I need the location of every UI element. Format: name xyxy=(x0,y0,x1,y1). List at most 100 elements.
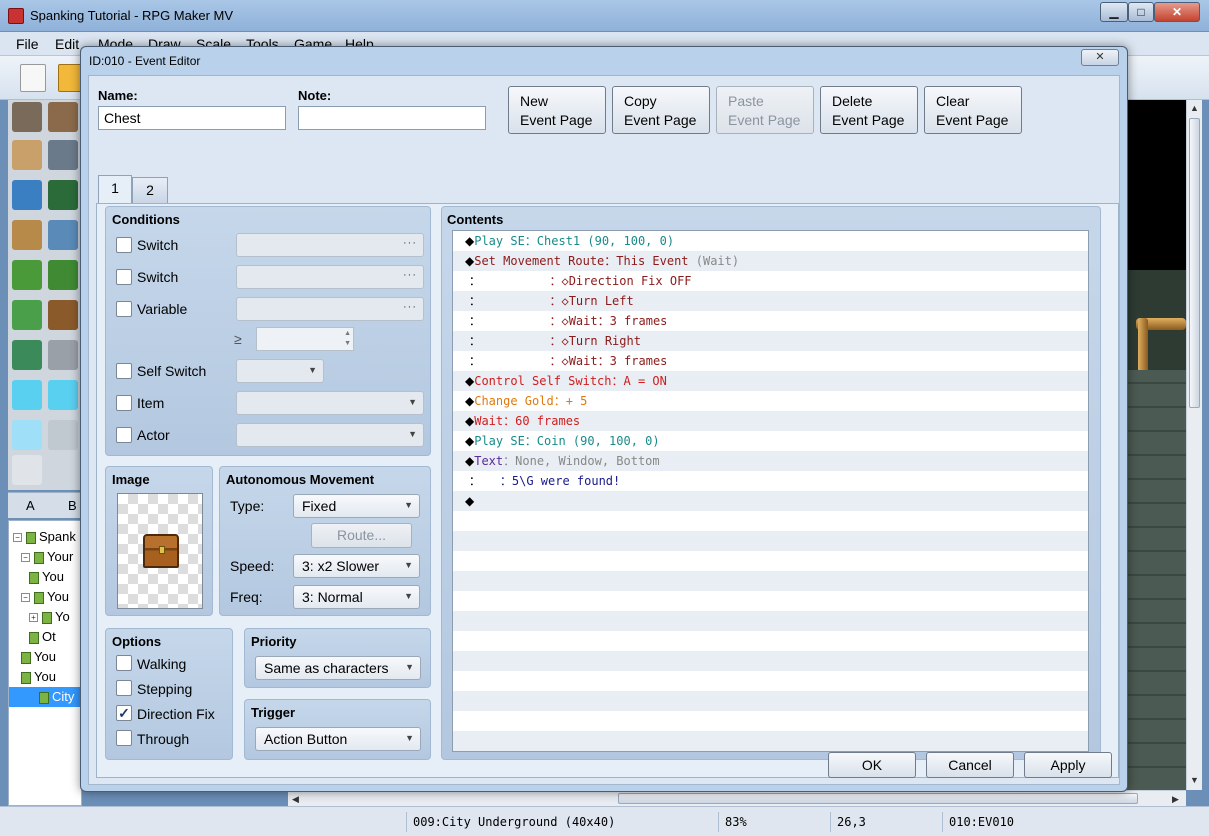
menu-edit[interactable]: Edit xyxy=(55,36,79,52)
copy-event-page-button[interactable]: Copy Event Page xyxy=(612,86,710,134)
tile-sign[interactable] xyxy=(48,102,78,132)
command-row[interactable] xyxy=(453,611,1088,631)
tab-page-1[interactable]: 1 xyxy=(98,175,132,203)
tile-desk[interactable] xyxy=(12,140,42,170)
tab-page-2[interactable]: 2 xyxy=(132,177,168,203)
collapse-icon[interactable]: − xyxy=(21,553,30,563)
switch2-checkbox[interactable] xyxy=(116,269,132,285)
ok-button[interactable]: OK xyxy=(828,752,916,778)
tileset-tab-b[interactable]: B xyxy=(68,498,77,513)
tile-chalkboard[interactable] xyxy=(48,180,78,210)
map-tree-item[interactable]: + Yo xyxy=(29,607,70,627)
tile-poster[interactable] xyxy=(12,180,42,210)
apply-button[interactable]: Apply xyxy=(1024,752,1112,778)
spin-up-icon[interactable]: ▲ xyxy=(344,330,351,337)
collapse-icon[interactable]: − xyxy=(13,533,22,543)
direction-fix-checkbox[interactable]: ✓ xyxy=(116,705,132,721)
map-tree-item[interactable]: City xyxy=(9,687,81,707)
command-row[interactable]: ◆Set Movement Route：This Event (Wait) xyxy=(453,251,1088,271)
delete-event-page-button[interactable]: Delete Event Page xyxy=(820,86,918,134)
command-row[interactable] xyxy=(453,551,1088,571)
trigger-select[interactable]: Action Button ▼ xyxy=(255,727,421,751)
switch1-checkbox[interactable] xyxy=(116,237,132,253)
tile-floor[interactable] xyxy=(12,455,42,485)
tile-terminal[interactable] xyxy=(48,340,78,370)
tile-glow[interactable] xyxy=(12,420,42,450)
spin-down-icon[interactable]: ▼ xyxy=(344,340,351,347)
scroll-right-arrow-icon[interactable]: ▶ xyxy=(1168,791,1183,807)
command-row[interactable]: ： ：◇Turn Left xyxy=(453,291,1088,311)
tile-light-beam-2[interactable] xyxy=(48,380,78,410)
command-row[interactable]: ◆ xyxy=(453,491,1088,511)
map-canvas[interactable] xyxy=(1126,100,1186,790)
command-row[interactable] xyxy=(453,671,1088,691)
command-row[interactable] xyxy=(453,591,1088,611)
tile-board[interactable] xyxy=(48,140,78,170)
command-row[interactable]: ： ：◇Turn Right xyxy=(453,331,1088,351)
new-event-page-button[interactable]: New Event Page xyxy=(508,86,606,134)
tile-machine[interactable] xyxy=(12,340,42,370)
switch1-selector[interactable]: ··· xyxy=(236,233,424,257)
scroll-down-arrow-icon[interactable]: ▼ xyxy=(1187,772,1202,788)
priority-select[interactable]: Same as characters ▼ xyxy=(255,656,421,680)
movement-freq-select[interactable]: 3: Normal ▼ xyxy=(293,585,420,609)
tile-rail[interactable] xyxy=(48,420,78,450)
movement-speed-select[interactable]: 3: x2 Slower ▼ xyxy=(293,554,420,578)
walking-checkbox[interactable] xyxy=(116,655,132,671)
command-row[interactable] xyxy=(453,531,1088,551)
map-tree-item[interactable]: Ot xyxy=(29,627,56,647)
item-checkbox[interactable] xyxy=(116,395,132,411)
movement-type-select[interactable]: Fixed ▼ xyxy=(293,494,420,518)
self-switch-selector[interactable]: ▼ xyxy=(236,359,324,383)
menu-file[interactable]: File xyxy=(16,36,39,52)
self-switch-checkbox[interactable] xyxy=(116,363,132,379)
event-command-list[interactable]: ◆Play SE：Chest1 (90, 100, 0) ◆Set Movemen… xyxy=(452,230,1089,752)
command-row[interactable]: ◆Play SE：Chest1 (90, 100, 0) xyxy=(453,231,1088,251)
tile-shelf[interactable] xyxy=(12,220,42,250)
map-vertical-scrollbar[interactable]: ▲ ▼ xyxy=(1186,100,1202,790)
clear-event-page-button[interactable]: Clear Event Page xyxy=(924,86,1022,134)
tile-cabinet[interactable] xyxy=(48,220,78,250)
variable-checkbox[interactable] xyxy=(116,301,132,317)
command-row[interactable] xyxy=(453,691,1088,711)
scroll-up-arrow-icon[interactable]: ▲ xyxy=(1187,100,1202,116)
variable-selector[interactable]: ··· xyxy=(236,297,424,321)
collapse-icon[interactable]: − xyxy=(21,593,30,603)
command-row[interactable]: ◆Wait：60 frames xyxy=(453,411,1088,431)
command-row[interactable]: ◆Play SE：Coin (90, 100, 0) xyxy=(453,431,1088,451)
command-row[interactable] xyxy=(453,711,1088,731)
map-tree[interactable]: − Spank − Your You − You + Yo Ot You You City xyxy=(8,520,82,806)
scroll-thumb[interactable] xyxy=(1189,118,1200,408)
map-horizontal-scrollbar[interactable]: ◀ ▶ xyxy=(288,790,1186,806)
actor-checkbox[interactable] xyxy=(116,427,132,443)
item-selector[interactable]: ▼ xyxy=(236,391,424,415)
map-tree-item[interactable]: − Spank xyxy=(13,527,76,547)
command-row[interactable]: ： ：◇Wait：3 frames xyxy=(453,311,1088,331)
command-row[interactable]: ◆Control Self Switch：A = ON xyxy=(453,371,1088,391)
through-checkbox[interactable] xyxy=(116,730,132,746)
dialog-close-button[interactable]: ✕ xyxy=(1081,49,1119,66)
command-row[interactable] xyxy=(453,511,1088,531)
name-field[interactable]: Chest xyxy=(98,106,286,130)
switch2-selector[interactable]: ··· xyxy=(236,265,424,289)
command-row[interactable]: ： ：5\G were found! xyxy=(453,471,1088,491)
command-row[interactable] xyxy=(453,571,1088,591)
paste-event-page-button[interactable]: Paste Event Page xyxy=(716,86,814,134)
command-row[interactable]: ◆Text：None, Window, Bottom xyxy=(453,451,1088,471)
command-row[interactable] xyxy=(453,631,1088,651)
command-row[interactable] xyxy=(453,651,1088,671)
map-tree-item[interactable]: − You xyxy=(21,587,69,607)
cancel-button[interactable]: Cancel xyxy=(926,752,1014,778)
command-row[interactable]: ◆Change Gold：+ 5 xyxy=(453,391,1088,411)
stepping-checkbox[interactable] xyxy=(116,680,132,696)
map-tree-item[interactable]: You xyxy=(21,667,56,687)
tileset-palette[interactable] xyxy=(8,100,82,490)
variable-value-spinner[interactable]: ▲ ▼ xyxy=(256,327,354,351)
route-button[interactable]: Route... xyxy=(311,523,412,548)
tile-plant[interactable] xyxy=(12,260,42,290)
command-row[interactable]: ： ：◇Wait：3 frames xyxy=(453,351,1088,371)
maximize-button[interactable]: □ xyxy=(1128,2,1154,22)
expand-icon[interactable]: + xyxy=(29,613,38,623)
command-row[interactable] xyxy=(453,731,1088,751)
tile-plant-2[interactable] xyxy=(48,260,78,290)
